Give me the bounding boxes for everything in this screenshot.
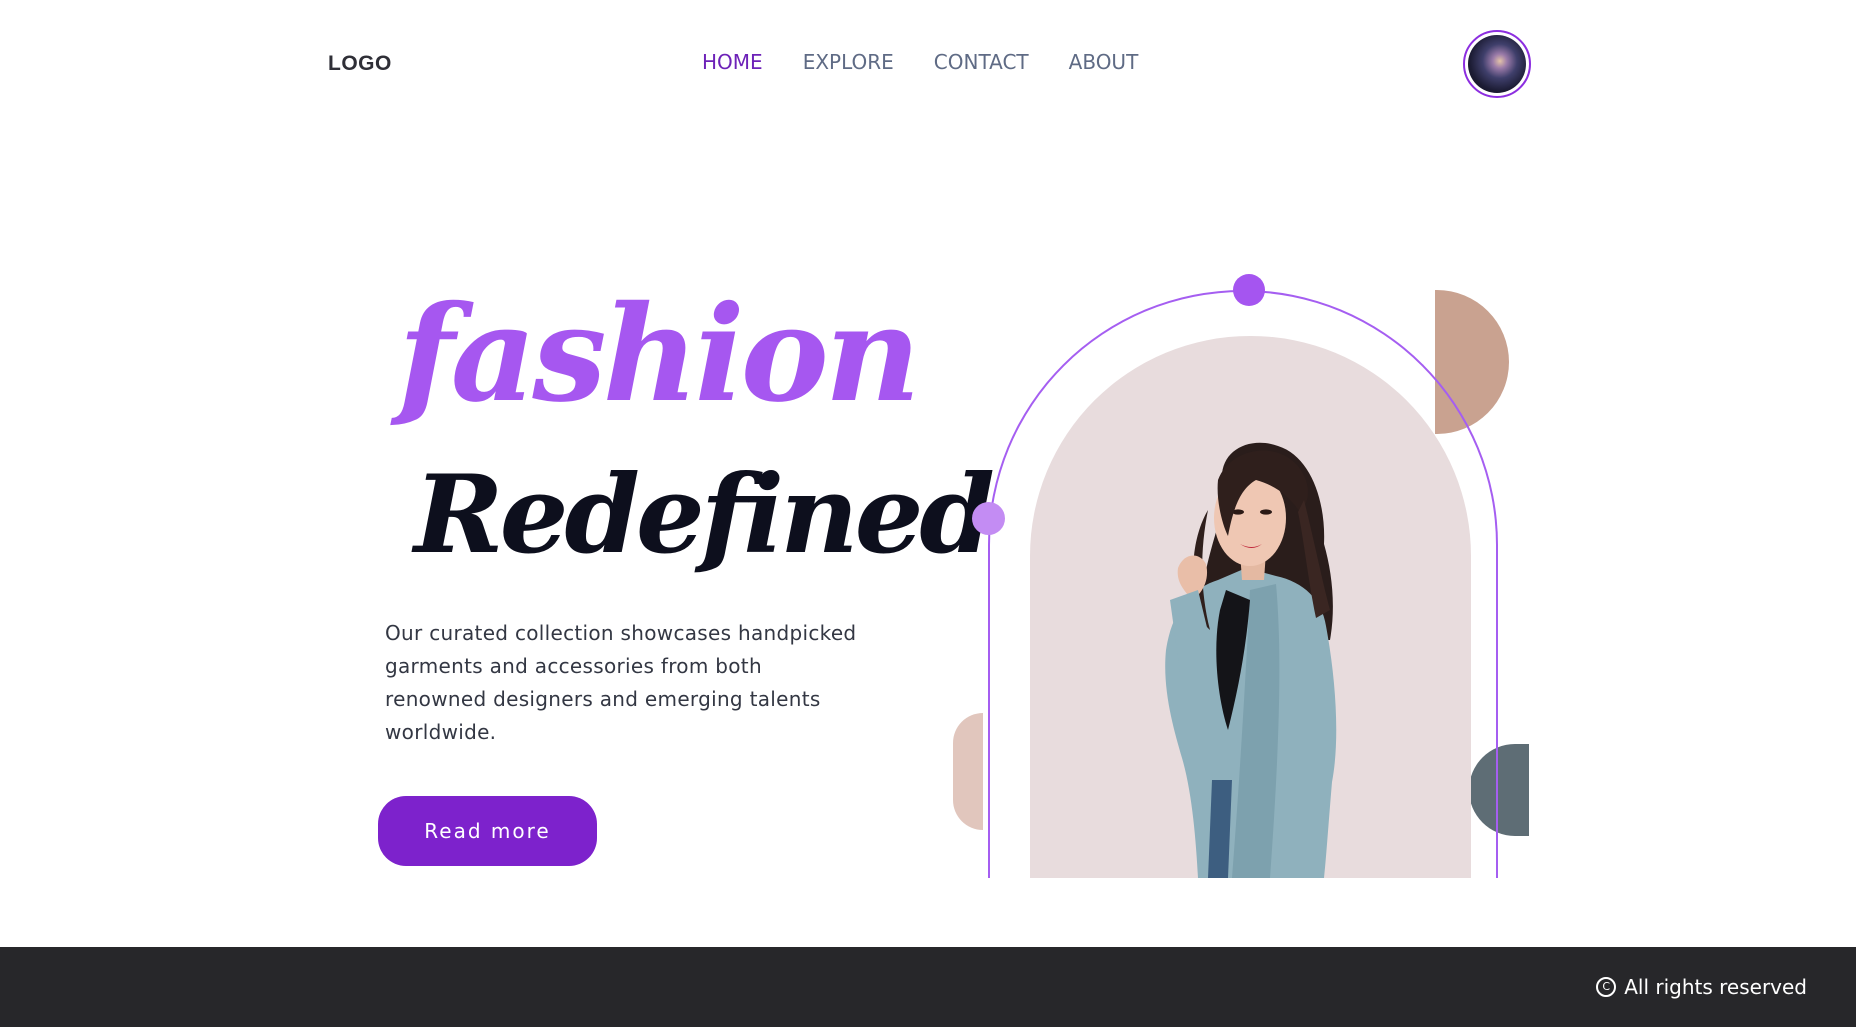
- hero-title-fashion: fashion: [390, 277, 917, 432]
- avatar-image: [1468, 35, 1526, 93]
- decor-dot-left: [972, 502, 1005, 535]
- nav-contact[interactable]: CONTACT: [934, 50, 1029, 74]
- decor-half-circle-left: [953, 713, 983, 830]
- model-photo: [1165, 442, 1337, 878]
- nav-about[interactable]: ABOUT: [1069, 50, 1139, 74]
- footer-text: All rights reserved: [1624, 975, 1807, 999]
- footer: C All rights reserved: [0, 947, 1856, 1027]
- footer-copyright: C All rights reserved: [1596, 975, 1807, 999]
- hero-title: fashion Redefined: [380, 270, 997, 610]
- copyright-icon: C: [1596, 977, 1617, 997]
- user-avatar[interactable]: [1463, 30, 1531, 98]
- decor-dot-top: [1233, 274, 1265, 306]
- hero-title-redefined: Redefined: [411, 452, 993, 578]
- main-nav: HOME EXPLORE CONTACT ABOUT: [702, 50, 1138, 74]
- nav-explore[interactable]: EXPLORE: [803, 50, 894, 74]
- hero-description: Our curated collection showcases handpic…: [385, 621, 857, 744]
- nav-home[interactable]: HOME: [702, 50, 763, 74]
- read-more-button[interactable]: Read more: [378, 796, 597, 866]
- logo[interactable]: LOGO: [328, 52, 392, 76]
- hero-visual: [950, 268, 1550, 878]
